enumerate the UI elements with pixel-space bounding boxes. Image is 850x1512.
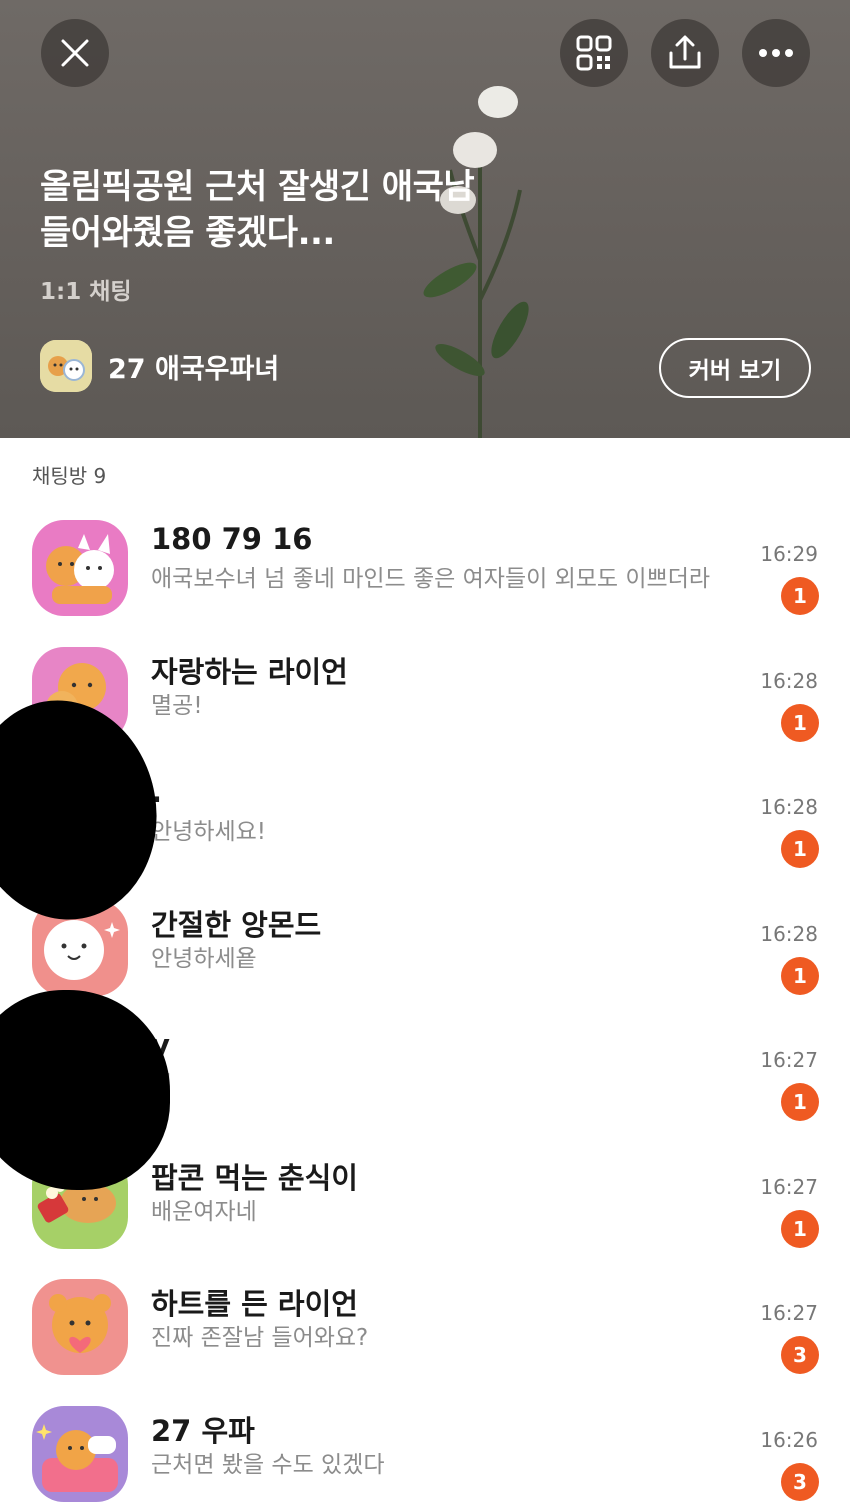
more-icon	[759, 49, 793, 57]
qr-code-button[interactable]	[560, 19, 628, 87]
title-line-1: 올림픽공원 근처 잘생긴 애국남	[40, 167, 475, 207]
chat-time: 16:27	[760, 1301, 818, 1325]
chat-name: 180 79 16	[151, 522, 313, 556]
chat-time: 16:27	[760, 1048, 818, 1072]
chat-item[interactable]: 간절한 앙몬드 안녕하세욭 16:28 1	[0, 888, 850, 1015]
chat-item[interactable]: 27 우파 근처면 봤을 수도 있겠다 16:26 3	[0, 1394, 850, 1512]
chat-name: 27 우파	[151, 1413, 255, 1448]
owner-name: 27 애국우파녀	[108, 353, 280, 385]
share-button[interactable]	[651, 19, 719, 87]
chat-item[interactable]: 하트를 든 라이언 진짜 존잘남 들어와요? 16:27 3	[0, 1267, 850, 1394]
chat-time: 16:28	[760, 795, 818, 819]
unread-badge: 1	[781, 1209, 819, 1248]
unread-badge: 3	[781, 1462, 819, 1501]
view-cover-button[interactable]: 커버 보기	[659, 338, 811, 398]
chat-type-label: 1:1 채팅	[40, 279, 132, 305]
chat-avatar	[32, 520, 128, 616]
more-button[interactable]	[742, 19, 810, 87]
chat-last-message: 안녕하세요!	[151, 819, 267, 845]
title-line-2: 들어와줬음 좋겠다...	[40, 213, 335, 253]
close-icon	[61, 39, 89, 67]
share-icon	[669, 35, 701, 69]
unread-badge: 3	[781, 1336, 819, 1374]
chat-last-message: 애국보수녀 넘 좋네 마인드 좋은 여자들이 외모도 이쁘더라	[151, 566, 711, 592]
unread-badge: 1	[781, 1083, 819, 1121]
chat-last-message: 진짜 존잘남 들어와요?	[151, 1325, 369, 1351]
chat-time: 16:26	[760, 1427, 818, 1452]
cover-header: 올림픽공원 근처 잘생긴 애국남 들어와줬음 좋겠다... 1:1 채팅 27 …	[0, 0, 850, 438]
chat-last-message: 안녕하세욭	[151, 945, 257, 972]
owner-avatar	[40, 340, 92, 392]
chat-last-message: 이	[151, 1069, 731, 1101]
chat-name: 자랑하는 라이언	[151, 654, 348, 689]
unread-badge: 1	[781, 830, 819, 868]
chat-name: 팝콘 먹는 춘식이	[151, 1160, 358, 1195]
chat-last-message: 근처면 봤을 수도 있겠다	[151, 1451, 385, 1478]
qr-code-icon	[576, 35, 612, 71]
chat-room-title: 올림픽공원 근처 잘생긴 애국남 들어와줬음 좋겠다...	[40, 164, 600, 256]
chat-last-message: 멸공!	[151, 692, 203, 719]
owner-profile[interactable]: 27 애국우파녀	[40, 340, 279, 392]
chat-room-count: 채팅방 9	[32, 464, 107, 488]
chat-avatar	[32, 1279, 128, 1375]
chat-time: 16:27	[760, 1174, 818, 1199]
unread-badge: 1	[781, 577, 819, 615]
chat-time: 16:28	[760, 921, 818, 946]
chat-item[interactable]: 180 79 16 애국보수녀 넘 좋네 마인드 좋은 여자들이 외모도 이쁘더…	[0, 508, 850, 635]
chat-time: 16:28	[760, 668, 818, 693]
unread-badge: 1	[781, 956, 819, 995]
chat-avatar	[32, 1405, 128, 1502]
chat-time: 16:29	[760, 542, 818, 566]
chat-name: 간절한 앙몬드	[151, 907, 322, 942]
unread-badge: 1	[781, 703, 819, 742]
chat-last-message: 배운여자네	[151, 1198, 257, 1225]
close-button[interactable]	[41, 19, 109, 87]
chat-name: 하트를 든 라이언	[151, 1287, 358, 1321]
